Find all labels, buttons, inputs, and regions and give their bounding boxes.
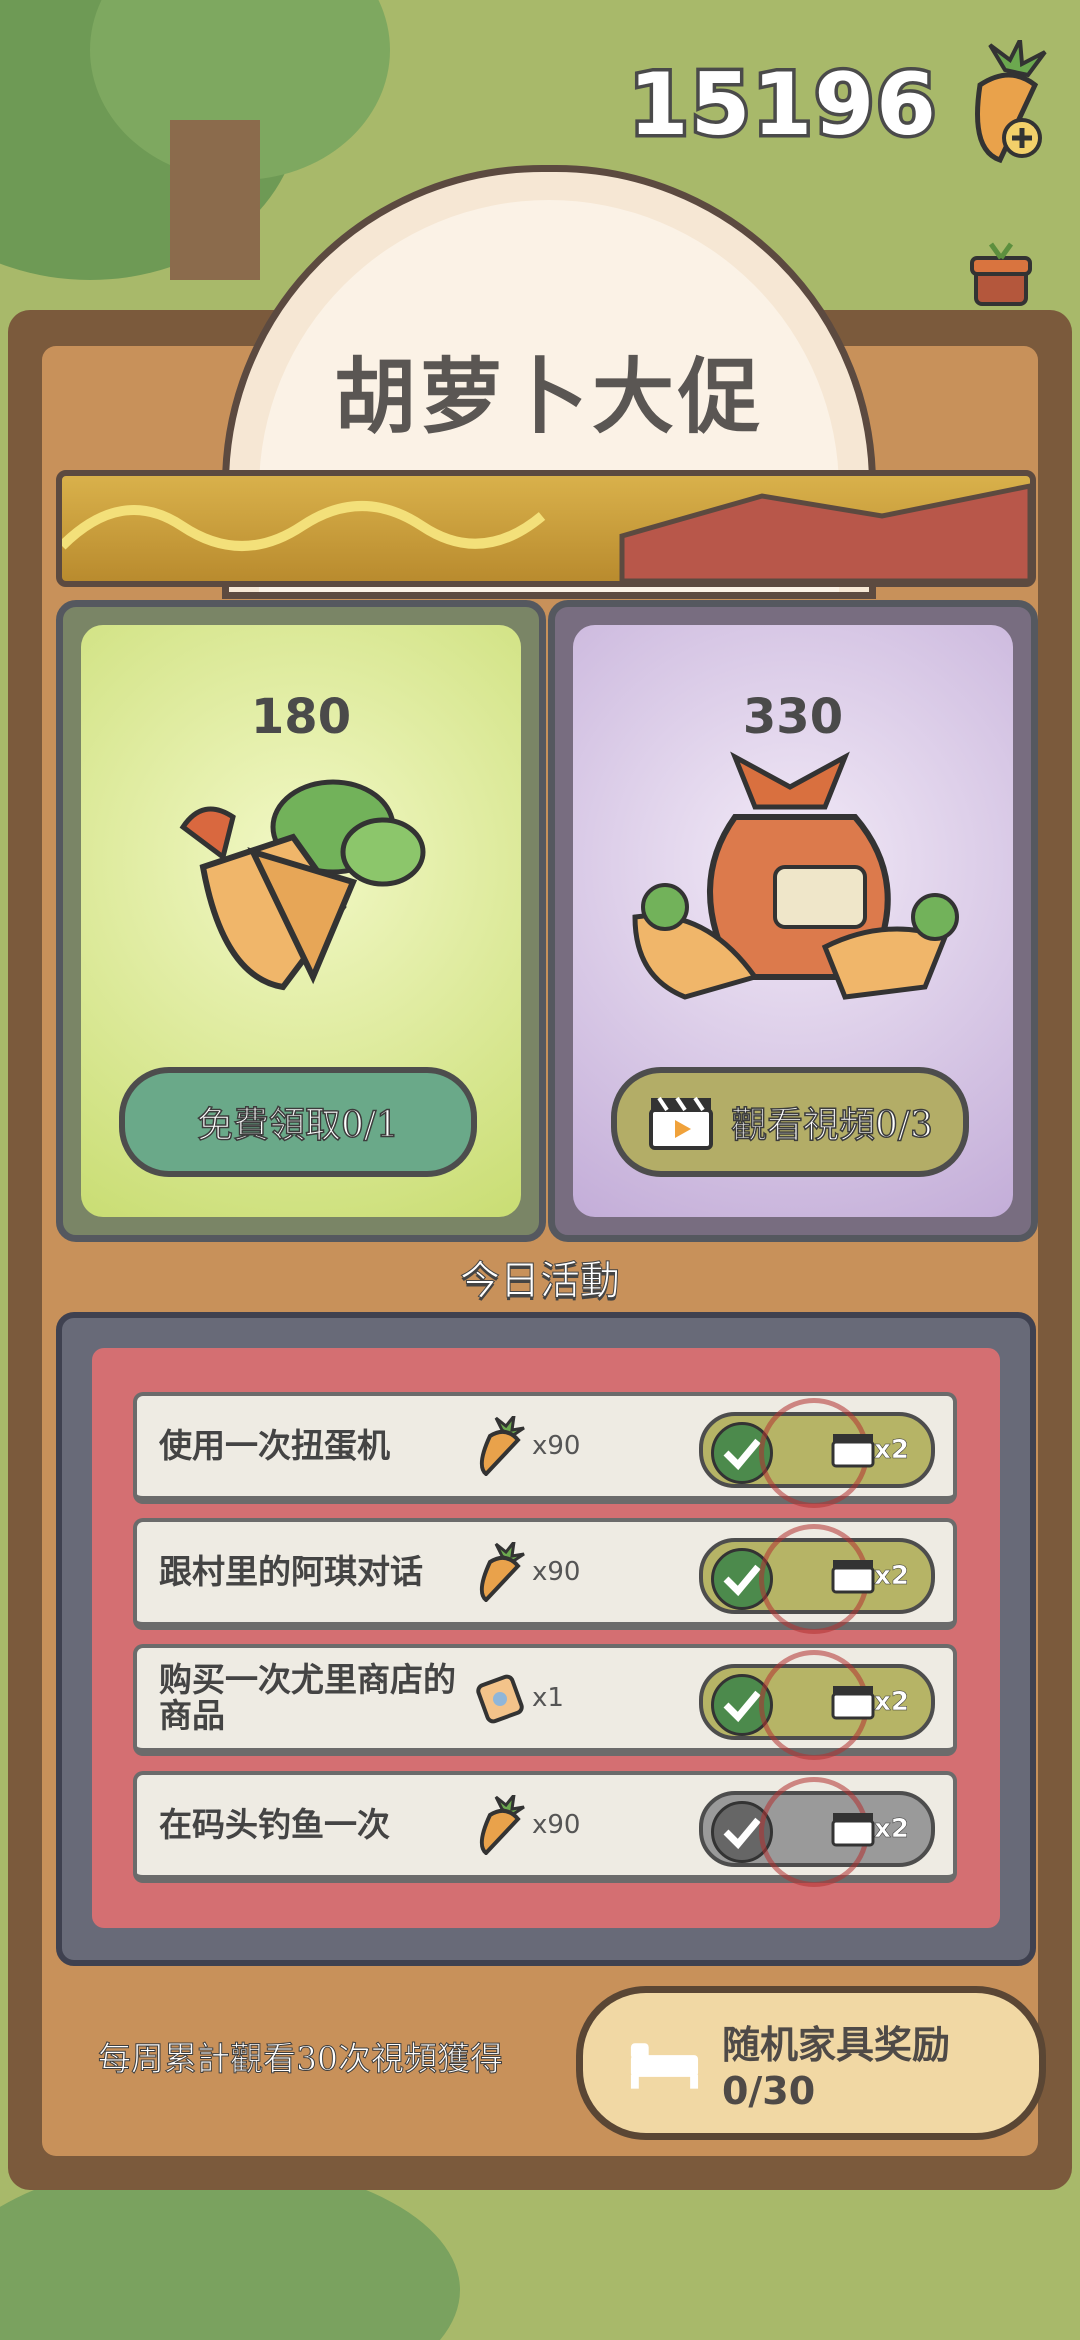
carrot-icon [479, 1795, 525, 1855]
task-row: 跟村里的阿琪对话 x90 x2 [133, 1518, 957, 1634]
task-label: 使用一次扭蛋机 [159, 1426, 390, 1465]
task-label: 购买一次尤里商店的商品 [159, 1660, 456, 1735]
clapperboard-icon [831, 1813, 875, 1847]
task-row: 购买一次尤里商店的商品 x1 x2 [133, 1644, 957, 1760]
page-title: 胡萝卜大促 [333, 350, 764, 445]
task-multiplier: x2 [874, 1561, 909, 1592]
currency-display[interactable]: 15196 [625, 40, 1060, 170]
task-reward-qty: x1 [532, 1683, 564, 1713]
carrot-bundle-icon [179, 779, 426, 991]
clapperboard-icon [831, 1560, 875, 1594]
task-double-button[interactable]: x2 [699, 1777, 935, 1887]
gift-icon[interactable] [966, 240, 1036, 310]
task-row: 在码头钓鱼一次 x90 x2 [133, 1771, 957, 1887]
task-reward-qty: x90 [532, 1431, 581, 1461]
task-double-button[interactable]: x2 [699, 1398, 935, 1508]
task-label: 在码头钓鱼一次 [159, 1805, 390, 1844]
carrot-icon [479, 1416, 525, 1476]
offer-value: 330 [742, 689, 844, 745]
task-multiplier: x2 [874, 1814, 909, 1845]
clapperboard-icon [831, 1434, 875, 1468]
bed-icon [630, 2043, 699, 2089]
ticket-icon [476, 1674, 524, 1724]
watch-video-label: 觀看視頻0/3 [730, 1104, 933, 1147]
task-row: 使用一次扭蛋机 x90 x2 [133, 1392, 957, 1508]
offer-card-video[interactable]: 330 觀看視頻0/3 [548, 600, 1038, 1242]
carrot-plus-icon[interactable] [950, 40, 1060, 170]
task-label: 跟村里的阿琪对话 [159, 1552, 423, 1591]
clapperboard-icon [831, 1686, 875, 1720]
carrot-sack-icon [632, 751, 959, 1000]
clapperboard-icon [649, 1096, 714, 1150]
task-reward-qty: x90 [532, 1557, 581, 1587]
claim-free-button[interactable]: 免費領取0/1 [119, 1067, 477, 1177]
header-band [56, 470, 1036, 587]
watch-video-button[interactable]: 觀看視頻0/3 [611, 1067, 969, 1177]
task-double-button[interactable]: x2 [699, 1650, 935, 1760]
offer-card-free[interactable]: 180 免費領取0/1 [56, 600, 546, 1242]
weekly-text: 每周累計觀看30次視頻獲得 [98, 2039, 504, 2079]
currency-amount: 15196 [625, 52, 939, 159]
weekly-reward-label: 随机家具奖励0/30 [721, 2022, 950, 2113]
offer-value: 180 [250, 689, 352, 745]
section-title: 今日活動 [460, 1258, 621, 1305]
weekly-reward-button[interactable]: 随机家具奖励0/30 [576, 1986, 1046, 2140]
task-reward-qty: x90 [532, 1810, 581, 1840]
carrot-icon [479, 1542, 525, 1602]
task-multiplier: x2 [874, 1435, 909, 1466]
task-double-button[interactable]: x2 [699, 1524, 935, 1634]
task-multiplier: x2 [874, 1687, 909, 1718]
